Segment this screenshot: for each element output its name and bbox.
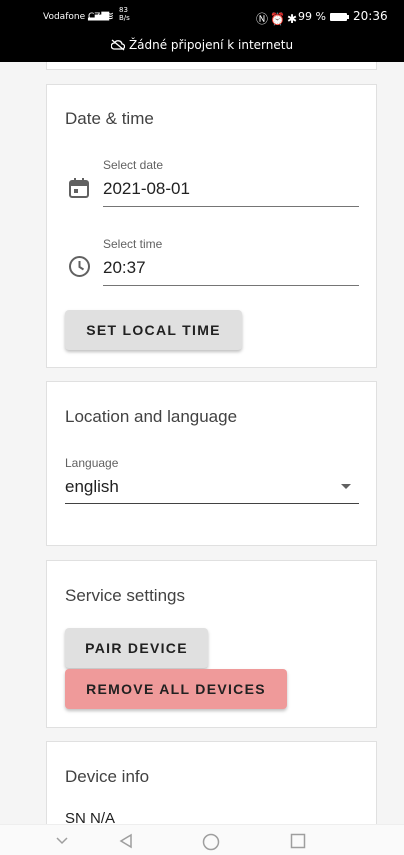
back-icon[interactable] bbox=[118, 833, 134, 849]
set-local-time-button[interactable]: SET LOCAL TIME bbox=[65, 310, 242, 350]
system-nav-bar bbox=[0, 824, 404, 855]
date-field-label: Select date bbox=[103, 158, 164, 172]
previous-card bbox=[46, 62, 377, 70]
service-title: Service settings bbox=[65, 586, 185, 605]
language-select[interactable]: english bbox=[65, 477, 119, 497]
location-card: Location and language Language english bbox=[46, 381, 377, 546]
collapse-icon[interactable] bbox=[55, 833, 69, 847]
serial-number: SN N/A bbox=[65, 810, 116, 824]
clock-icon bbox=[69, 256, 90, 277]
nfc-icon: Ⓝ bbox=[256, 12, 271, 26]
language-underline bbox=[65, 503, 359, 504]
date-time-card: Date & time Select date 2021-08-01 Selec… bbox=[46, 84, 377, 368]
wifi-icon: ≋ bbox=[104, 9, 115, 23]
pair-device-button[interactable]: PAIR DEVICE bbox=[65, 628, 208, 668]
cloud-off-icon bbox=[110, 39, 125, 51]
date-input-underline bbox=[103, 206, 359, 207]
date-input[interactable]: 2021-08-01 bbox=[103, 179, 190, 199]
time-input-underline bbox=[103, 285, 359, 286]
calendar-icon bbox=[69, 178, 89, 198]
language-label: Language bbox=[65, 456, 119, 470]
offline-message: Žádné připojení k internetu bbox=[128, 38, 294, 52]
alarm-icon: ⏰ bbox=[270, 12, 287, 26]
location-title: Location and language bbox=[65, 407, 238, 426]
home-icon[interactable] bbox=[202, 833, 220, 851]
date-time-title: Date & time bbox=[65, 109, 154, 128]
offline-banner: Žádné připojení k internetu bbox=[0, 38, 404, 58]
dropdown-arrow-icon[interactable] bbox=[340, 483, 352, 490]
time-field-label: Select time bbox=[103, 237, 163, 251]
remove-all-devices-button[interactable]: REMOVE ALL DEVICES bbox=[65, 669, 287, 709]
device-info-card: Device info SN N/A bbox=[46, 741, 377, 824]
battery-icon bbox=[330, 13, 349, 21]
battery-percent: 99 % bbox=[298, 10, 326, 23]
device-info-title: Device info bbox=[65, 767, 150, 786]
settings-scroll[interactable]: Date & time Select date 2021-08-01 Selec… bbox=[0, 62, 404, 824]
time-input[interactable]: 20:37 bbox=[103, 258, 146, 278]
status-clock: 20:36 bbox=[353, 9, 388, 23]
status-icons: Ⓝ⏰✱ bbox=[256, 10, 299, 27]
service-card: Service settings PAIR DEVICE REMOVE ALL … bbox=[46, 560, 377, 728]
status-bar: Vodafone CZ ▂▄▆ ≋ 83 B/s Ⓝ⏰✱ 99 % 20:36 … bbox=[0, 0, 404, 62]
recents-icon[interactable] bbox=[290, 833, 306, 849]
net-speed: 83 B/s bbox=[119, 6, 130, 22]
